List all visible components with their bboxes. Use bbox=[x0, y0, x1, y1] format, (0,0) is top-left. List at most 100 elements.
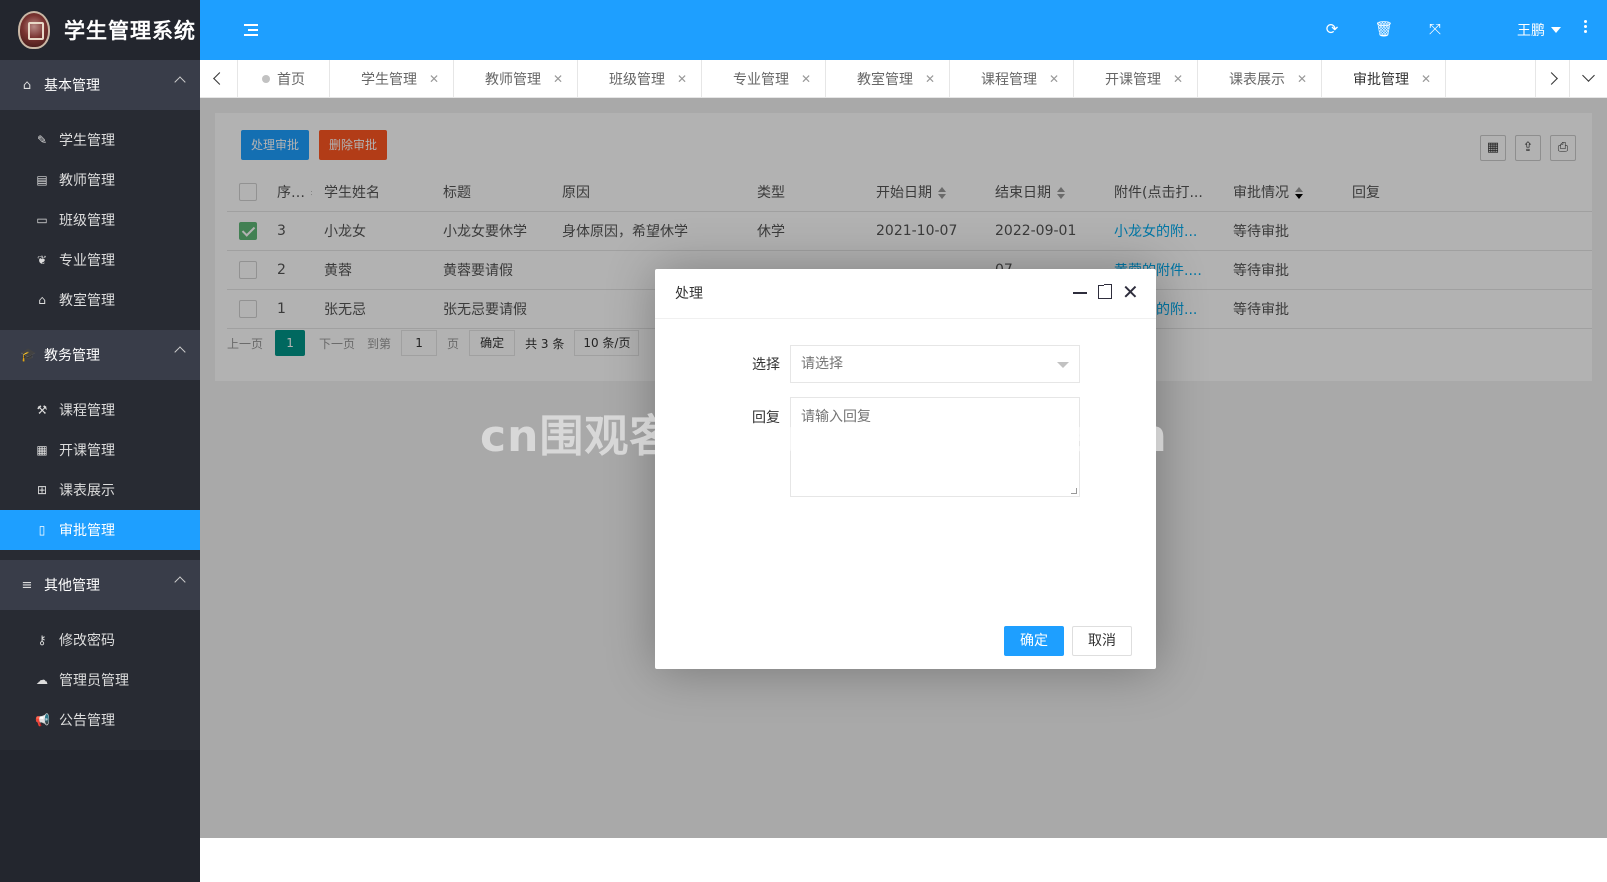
tab-label: 开课管理 bbox=[1105, 72, 1161, 88]
tab-close-icon[interactable]: ✕ bbox=[677, 72, 687, 86]
tab-label: 教室管理 bbox=[857, 72, 913, 88]
tab[interactable]: 审批管理 ✕ bbox=[1322, 60, 1446, 98]
close-icon[interactable]: ✕ bbox=[1122, 282, 1139, 302]
dialog-title: 处理 bbox=[655, 269, 1156, 319]
tab-label: 学生管理 bbox=[361, 72, 417, 88]
tab[interactable]: 学生管理 ✕ bbox=[330, 60, 454, 98]
logo-bar: 学生管理系统 bbox=[0, 0, 200, 60]
home-icon: ⌂ bbox=[22, 77, 32, 93]
tab-close-icon[interactable]: ✕ bbox=[429, 72, 439, 86]
select-placeholder: 请选择 bbox=[801, 356, 843, 372]
tab-close-icon[interactable]: ✕ bbox=[553, 72, 563, 86]
tab-close-icon[interactable]: ✕ bbox=[1049, 72, 1059, 86]
sidebar-item[interactable]: ▭ 班级管理 bbox=[0, 200, 200, 240]
app-title: 学生管理系统 bbox=[64, 19, 196, 43]
nav-group-title: 其他管理 bbox=[44, 578, 100, 594]
sidebar-item-label: 课表展示 bbox=[59, 483, 115, 499]
minimize-icon[interactable] bbox=[1073, 292, 1087, 294]
tab-list: 首页 学生管理 ✕ 教师管理 ✕ 班级管理 ✕ 专业管理 ✕ 教室管理 ✕ 课程管理 ✕ 开课管理 ✕ 课表展… bbox=[238, 60, 1446, 98]
sidebar-nav: ⌂ 基本管理 ✎ 学生管理 ▤ 教师管理 ▭ 班级管理 ❦ 专业管理 ⌂ 教室管理 🎓 教务管理 ⚒ 课程管理… bbox=[0, 60, 200, 750]
tab-next-icon[interactable] bbox=[1535, 60, 1573, 98]
tab-label: 专业管理 bbox=[733, 72, 789, 88]
sidebar-item-label: 管理员管理 bbox=[59, 673, 129, 689]
tab-close-icon[interactable]: ✕ bbox=[801, 72, 811, 86]
school-logo bbox=[18, 11, 50, 49]
sidebar-item[interactable]: ⚷ 修改密码 bbox=[0, 620, 200, 660]
footer-strip bbox=[200, 838, 1607, 882]
sidebar-item[interactable]: ⌂ 教室管理 bbox=[0, 280, 200, 320]
fullscreen-icon[interactable]: ⤧ bbox=[1425, 20, 1445, 38]
sidebar-item-label: 班级管理 bbox=[59, 213, 115, 229]
key-icon: ⚷ bbox=[37, 633, 47, 647]
sidebar-item[interactable]: ▦ 开课管理 bbox=[0, 430, 200, 470]
nav-group-items: ⚒ 课程管理 ▦ 开课管理 ⊞ 课表展示 ▯ 审批管理 bbox=[0, 380, 200, 560]
trash-icon[interactable]: 🗑 bbox=[1374, 20, 1394, 38]
tab[interactable]: 课表展示 ✕ bbox=[1198, 60, 1322, 98]
tab-label: 审批管理 bbox=[1353, 72, 1409, 88]
sidebar-item[interactable]: ☁ 管理员管理 bbox=[0, 660, 200, 700]
nav-group-items: ⚷ 修改密码 ☁ 管理员管理 📢 公告管理 bbox=[0, 610, 200, 750]
decision-select[interactable]: 请选择 bbox=[790, 345, 1080, 383]
tab-close-icon[interactable]: ✕ bbox=[925, 72, 935, 86]
tab[interactable]: 首页 bbox=[238, 60, 330, 98]
cloud-icon: ☁ bbox=[36, 673, 48, 687]
tab[interactable]: 开课管理 ✕ bbox=[1074, 60, 1198, 98]
sidebar-item[interactable]: ✎ 学生管理 bbox=[0, 120, 200, 160]
nav-group-0[interactable]: ⌂ 基本管理 bbox=[0, 60, 200, 110]
chevron-up-icon bbox=[174, 76, 186, 88]
nav-group-title: 教务管理 bbox=[44, 348, 100, 364]
cancel-button[interactable]: 取消 bbox=[1072, 626, 1132, 656]
list-icon: ≡ bbox=[21, 577, 33, 593]
sidebar-item-label: 审批管理 bbox=[59, 523, 115, 539]
sidebar-item-label: 专业管理 bbox=[59, 253, 115, 269]
tab[interactable]: 班级管理 ✕ bbox=[578, 60, 702, 98]
maximize-icon[interactable] bbox=[1098, 284, 1112, 299]
briefcase-icon: ▤ bbox=[36, 173, 48, 187]
tab-label: 班级管理 bbox=[609, 72, 665, 88]
chevron-down-icon bbox=[1057, 362, 1069, 368]
bullhorn-icon: 📢 bbox=[35, 713, 50, 727]
sidebar-item[interactable]: ▤ 教师管理 bbox=[0, 160, 200, 200]
tab-close-icon[interactable]: ✕ bbox=[1421, 72, 1431, 86]
tab[interactable]: 课程管理 ✕ bbox=[950, 60, 1074, 98]
sidebar-item-label: 教师管理 bbox=[59, 173, 115, 189]
tab-dot-icon bbox=[262, 75, 270, 83]
more-icon[interactable] bbox=[1584, 20, 1588, 35]
sidebar-item[interactable]: ❦ 专业管理 bbox=[0, 240, 200, 280]
tab-label: 首页 bbox=[277, 72, 305, 88]
tab-close-icon[interactable]: ✕ bbox=[1173, 72, 1183, 86]
tab-close-icon[interactable]: ✕ bbox=[1297, 72, 1307, 86]
sidebar-item-label: 公告管理 bbox=[59, 713, 115, 729]
tab-prev-icon[interactable] bbox=[200, 60, 238, 98]
confirm-button[interactable]: 确定 bbox=[1004, 626, 1064, 656]
sidebar-item[interactable]: ⚒ 课程管理 bbox=[0, 390, 200, 430]
process-dialog: 处理 ✕ 选择 请选择 回复 请输入回复 确定 取消 bbox=[655, 269, 1156, 669]
sidebar-item-label: 教室管理 bbox=[59, 293, 115, 309]
nav-group-items: ✎ 学生管理 ▤ 教师管理 ▭ 班级管理 ❦ 专业管理 ⌂ 教室管理 bbox=[0, 110, 200, 330]
user-caret-icon[interactable] bbox=[1551, 27, 1561, 33]
tab-bar: 首页 学生管理 ✕ 教师管理 ✕ 班级管理 ✕ 专业管理 ✕ 教室管理 ✕ 课程管理 ✕ 开课管理 ✕ 课表展… bbox=[200, 60, 1607, 98]
refresh-icon[interactable]: ⟳ bbox=[1322, 20, 1342, 38]
chevron-up-icon bbox=[174, 346, 186, 358]
menu-toggle-icon[interactable] bbox=[244, 24, 258, 36]
pencil-icon: ✎ bbox=[36, 133, 48, 147]
leaf-icon: ❦ bbox=[36, 253, 48, 267]
tab-menu-icon[interactable] bbox=[1569, 60, 1607, 98]
tab[interactable]: 专业管理 ✕ bbox=[702, 60, 826, 98]
sidebar-item[interactable]: ⊞ 课表展示 bbox=[0, 470, 200, 510]
graduation-cap-icon: 🎓 bbox=[20, 347, 37, 363]
nav-group-title: 基本管理 bbox=[44, 78, 100, 94]
gavel-icon: ⚒ bbox=[36, 403, 48, 417]
watermark: cn围观客www.weiguanke.cn bbox=[480, 411, 1168, 462]
sidebar-item-label: 学生管理 bbox=[59, 133, 115, 149]
sidebar-item[interactable]: ▯ 审批管理 bbox=[0, 510, 200, 550]
tab[interactable]: 教师管理 ✕ bbox=[454, 60, 578, 98]
nav-group-1[interactable]: 🎓 教务管理 bbox=[0, 330, 200, 380]
sidebar: 学生管理系统 ⌂ 基本管理 ✎ 学生管理 ▤ 教师管理 ▭ 班级管理 ❦ 专业管理 ⌂ 教室管理 🎓 教务… bbox=[0, 0, 200, 882]
tab[interactable]: 教室管理 ✕ bbox=[826, 60, 950, 98]
resize-grip-icon[interactable] bbox=[1071, 488, 1077, 494]
nav-group-2[interactable]: ≡ 其他管理 bbox=[0, 560, 200, 610]
sidebar-item[interactable]: 📢 公告管理 bbox=[0, 700, 200, 740]
tab-label: 教师管理 bbox=[485, 72, 541, 88]
user-name[interactable]: 王鹏 bbox=[1517, 20, 1545, 40]
